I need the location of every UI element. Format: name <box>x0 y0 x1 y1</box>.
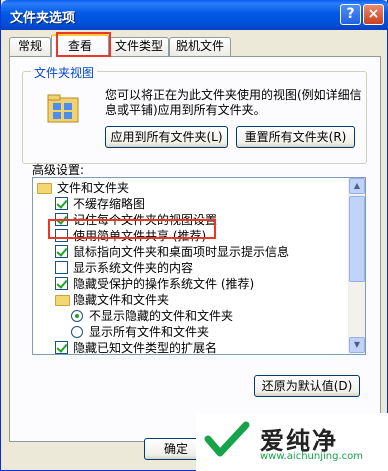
scroll-up-arrow-icon[interactable]: ▲ <box>349 178 365 194</box>
list-item[interactable]: 显示所有文件和文件夹 <box>71 324 209 340</box>
list-item: 隐藏文件和文件夹 <box>55 292 169 308</box>
checkbox[interactable] <box>55 261 68 274</box>
scrollbar-thumb[interactable] <box>349 196 365 282</box>
tab-offline-files[interactable]: 脱机文件 <box>169 37 231 56</box>
help-button[interactable]: ? <box>340 4 361 25</box>
row-highlight-box <box>48 219 216 239</box>
advanced-settings-label: 高级设置: <box>32 163 85 177</box>
checkbox[interactable] <box>55 197 68 210</box>
tab-highlight-box <box>56 32 111 57</box>
checkbox[interactable] <box>55 245 68 258</box>
checkbox[interactable] <box>55 277 68 290</box>
folder-view-description: 您可以将正在为此文件夹使用的视图(例如详细信息或平铺)应用到所有文件夹。 <box>105 88 362 117</box>
vertical-scrollbar[interactable]: ▲ ▼ <box>348 178 365 354</box>
list-item: 文件和文件夹 <box>37 180 129 196</box>
folder-icon <box>55 295 70 306</box>
watermark: 爱纯净 www.aichunjing.com <box>196 413 388 471</box>
scroll-down-arrow-icon[interactable]: ▼ <box>349 337 365 353</box>
folder-view-title: 文件夹视图 <box>31 64 98 81</box>
list-item[interactable]: 鼠标指向文件夹和桌面项时显示提示信息 <box>55 244 289 260</box>
radio-button[interactable] <box>71 326 83 338</box>
advanced-settings-list[interactable]: 文件和文件夹 不缓存缩略图 记住每个文件夹的视图设置 使用简单文件共享 (推荐)… <box>32 177 366 355</box>
close-button[interactable]: × <box>363 4 384 25</box>
tab-file-types[interactable]: 文件类型 <box>109 37 169 56</box>
list-item[interactable]: 显示系统文件夹的内容 <box>55 260 193 276</box>
window-title: 文件夹选项 <box>10 11 76 26</box>
folder-icon <box>37 183 52 194</box>
checkbox[interactable] <box>55 341 68 354</box>
list-item[interactable]: 不显示隐藏的文件和文件夹 <box>71 308 233 324</box>
title-bar[interactable]: 文件夹选项 ? × <box>1 0 388 30</box>
folder-view-group: 文件夹视图 您可以将正在为此文件夹使用的视图(例如详细信息或平铺)应用到所有文件… <box>22 64 367 164</box>
tab-general[interactable]: 常规 <box>9 37 51 56</box>
brand-logo-icon <box>204 421 250 457</box>
list-item[interactable]: 不缓存缩略图 <box>55 196 145 212</box>
folder-view-icon <box>47 94 79 123</box>
radio-button[interactable] <box>71 310 83 322</box>
reset-all-folders-button[interactable]: 重置所有文件夹(R) <box>236 126 355 148</box>
watermark-url: www.aichunjing.com <box>260 451 363 462</box>
apply-to-all-folders-button[interactable]: 应用到所有文件夹(L) <box>105 126 228 148</box>
folder-options-dialog: 文件夹选项 ? × 常规 查看 文件类型 脱机文件 文件夹视图 您可以将正在为此… <box>0 0 388 471</box>
restore-defaults-button[interactable]: 还原为默认值(D) <box>254 375 360 397</box>
list-item[interactable]: 隐藏受保护的操作系统文件 (推荐) <box>55 276 254 292</box>
view-tab-panel: 文件夹视图 您可以将正在为此文件夹使用的视图(例如详细信息或平铺)应用到所有文件… <box>9 56 381 442</box>
list-item[interactable]: 隐藏已知文件类型的扩展名 <box>55 340 217 354</box>
